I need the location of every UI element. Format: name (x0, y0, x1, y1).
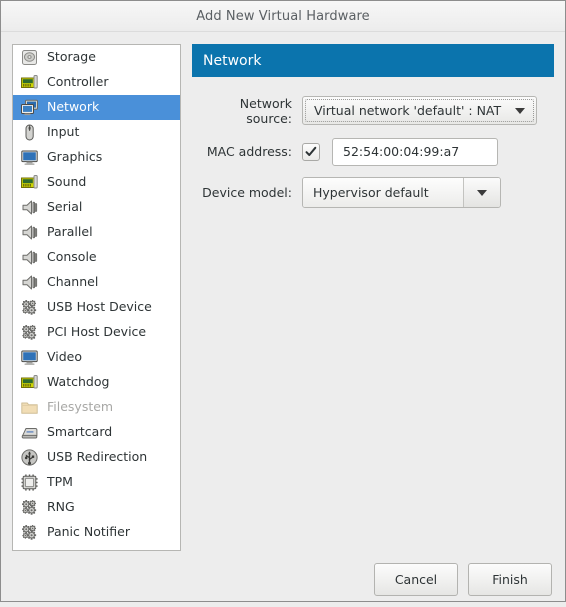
sidebar-item-video[interactable]: Video (13, 345, 180, 370)
network-source-select[interactable]: Virtual network 'default' : NAT (302, 96, 538, 125)
sidebar-item-label: Smartcard (47, 424, 113, 440)
check-icon (305, 146, 317, 156)
chevron-down-icon (477, 189, 487, 196)
cancel-button[interactable]: Cancel (374, 562, 458, 596)
mac-address-label: MAC address: (206, 144, 292, 159)
sidebar-item-filesystem: Filesystem (13, 395, 180, 420)
network-source-label: Network source: (239, 95, 292, 126)
sidebar-item-graphics[interactable]: Graphics (13, 145, 180, 170)
network-source-row: Network source: Virtual network 'default… (192, 95, 554, 126)
sidebar-item-label: PCI Host Device (47, 324, 147, 340)
title-bar: Add New Virtual Hardware (1, 1, 565, 32)
usb-icon (20, 448, 39, 467)
monitor-icon (20, 148, 39, 167)
sidebar-item-rng[interactable]: RNG (13, 495, 180, 520)
sidebar-item-label: Channel (47, 274, 99, 290)
disk-icon (20, 48, 39, 67)
sidebar-item-usb-redirection[interactable]: USB Redirection (13, 445, 180, 470)
gears-icon (20, 498, 39, 517)
folder-icon (20, 398, 39, 417)
gears-icon (20, 323, 39, 342)
sidebar-item-tpm[interactable]: TPM (13, 470, 180, 495)
sidebar-item-label: Input (47, 124, 80, 140)
finish-button[interactable]: Finish (468, 562, 552, 596)
plug-icon (20, 223, 39, 242)
device-model-dropdown-button[interactable] (463, 178, 500, 207)
sidebar-item-label: Console (47, 249, 97, 265)
sidebar-item-panic-notifier[interactable]: Panic Notifier (13, 520, 180, 545)
controller-card-icon (20, 73, 39, 92)
sidebar-item-smartcard[interactable]: Smartcard (13, 420, 180, 445)
sidebar-item-watchdog[interactable]: Watchdog (13, 370, 180, 395)
sidebar-item-label: Panic Notifier (47, 524, 130, 540)
sidebar-item-serial[interactable]: Serial (13, 195, 180, 220)
sidebar-item-console[interactable]: Console (13, 245, 180, 270)
gears-icon (20, 523, 39, 542)
sidebar-item-label: USB Host Device (47, 299, 152, 315)
sidebar-item-label: Network (47, 99, 100, 115)
sidebar-item-input[interactable]: Input (13, 120, 180, 145)
mac-address-checkbox[interactable] (302, 142, 320, 161)
sidebar-item-controller[interactable]: Controller (13, 70, 180, 95)
sidebar-item-channel[interactable]: Channel (13, 270, 180, 295)
sidebar-item-label: Storage (47, 49, 96, 65)
sidebar-item-label: Controller (47, 74, 109, 90)
sidebar-item-label: Parallel (47, 224, 93, 240)
window-title: Add New Virtual Hardware (196, 8, 370, 24)
device-model-select[interactable]: Hypervisor default (302, 177, 501, 208)
device-model-row: Device model: Hypervisor default (192, 177, 554, 208)
mac-address-row: MAC address: 52:54:00:04:99:a7 (192, 136, 554, 167)
pane-header: Network (192, 44, 554, 77)
sidebar-item-storage[interactable]: Storage (13, 45, 180, 70)
sidebar-item-label: USB Redirection (47, 449, 148, 465)
sidebar-item-label: TPM (47, 474, 73, 490)
network-source-value: Virtual network 'default' : NAT (314, 103, 502, 118)
sound-card-icon (20, 173, 39, 192)
pane-title: Network (203, 52, 262, 69)
sidebar-item-label: RNG (47, 499, 75, 515)
chip-icon (20, 473, 39, 492)
plug-icon (20, 248, 39, 267)
sidebar-item-label: Sound (47, 174, 87, 190)
sidebar-item-sound[interactable]: Sound (13, 170, 180, 195)
mac-address-value: 52:54:00:04:99:a7 (343, 144, 460, 159)
dialog-content: Storage Controller Network Input Graphics Sou… (1, 32, 565, 551)
sidebar-item-pci-host-device[interactable]: PCI Host Device (13, 320, 180, 345)
smartcard-icon (20, 423, 39, 442)
device-model-label: Device model: (202, 185, 292, 200)
sidebar-item-label: Video (47, 349, 83, 365)
chevron-down-icon (515, 107, 526, 114)
sidebar-item-usb-host-device[interactable]: USB Host Device (13, 295, 180, 320)
sidebar-item-label: Graphics (47, 149, 103, 165)
hardware-type-list[interactable]: Storage Controller Network Input Graphics Sou… (12, 44, 181, 551)
gears-icon (20, 298, 39, 317)
mouse-icon (20, 123, 39, 142)
sidebar-item-label: Filesystem (47, 399, 114, 415)
sidebar-item-network[interactable]: Network (13, 95, 180, 120)
plug-icon (20, 198, 39, 217)
monitor-icon (20, 348, 39, 367)
network-icon (20, 98, 39, 117)
sidebar-item-label: Serial (47, 199, 83, 215)
add-hardware-dialog: Add New Virtual Hardware Storage Controll… (0, 0, 566, 602)
mac-address-input[interactable]: 52:54:00:04:99:a7 (332, 137, 498, 166)
sidebar-item-parallel[interactable]: Parallel (13, 220, 180, 245)
plug-icon (20, 273, 39, 292)
dialog-footer: Cancel Finish (1, 551, 565, 607)
network-form: Network source: Virtual network 'default… (192, 77, 554, 218)
sidebar-item-label: Watchdog (47, 374, 110, 390)
device-model-value: Hypervisor default (303, 178, 463, 207)
detail-pane: Network Network source: Virtual network … (192, 44, 554, 551)
watchdog-card-icon (20, 373, 39, 392)
